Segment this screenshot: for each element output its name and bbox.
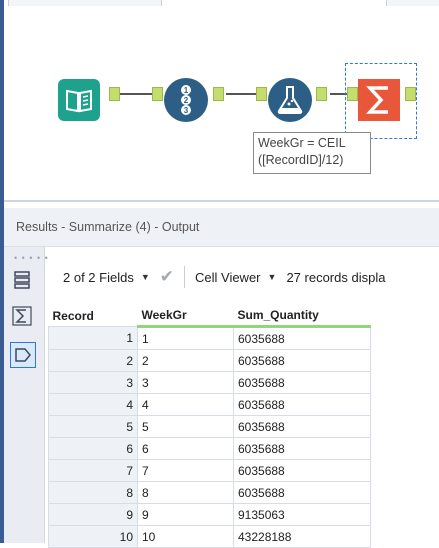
record-number-cell[interactable]: 3 <box>48 371 138 394</box>
output-anchor[interactable] <box>213 87 224 101</box>
table-row[interactable]: 5 5 6035688 <box>48 415 371 438</box>
record-count-label: 27 records displa <box>286 269 386 285</box>
sigma-icon <box>366 86 388 114</box>
record-number-cell[interactable]: 6 <box>48 437 138 460</box>
record-number-cell[interactable]: 1 <box>48 326 138 350</box>
output-anchor-button[interactable] <box>10 342 36 368</box>
output-anchor[interactable] <box>405 87 416 101</box>
column-header-record[interactable]: Record <box>48 305 138 327</box>
output-anchor[interactable] <box>109 87 120 101</box>
results-title: Results - Summarize (4) - Output <box>16 220 200 234</box>
results-header: Results - Summarize (4) - Output <box>4 208 439 247</box>
input-data-tool[interactable] <box>58 79 100 121</box>
results-table[interactable]: Record WeekGr Sum_Quantity 1 1 6035688 2 2 60… <box>48 305 371 548</box>
checkmark-icon[interactable]: ✔ <box>160 267 174 287</box>
weekgr-cell[interactable]: 1 <box>137 326 234 350</box>
sum-quantity-cell[interactable]: 6035688 <box>233 459 371 482</box>
toolbar-separator <box>184 266 185 288</box>
cell-viewer-dropdown[interactable]: Cell Viewer ▼ <box>195 270 276 285</box>
record-id-tool[interactable]: 1 2 3 <box>164 78 208 122</box>
summarize-tool[interactable] <box>358 79 400 121</box>
annotation-line-2: ([RecordID]/12) <box>258 153 344 167</box>
connection-line <box>226 93 258 95</box>
weekgr-cell[interactable]: 5 <box>137 415 234 438</box>
weekgr-cell[interactable]: 4 <box>137 393 234 416</box>
weekgr-cell[interactable]: 8 <box>137 481 234 504</box>
table-row[interactable]: 1 1 6035688 <box>48 326 371 350</box>
sum-quantity-cell[interactable]: 6035688 <box>233 437 371 460</box>
numbered-list-icon: 1 2 3 <box>181 85 191 115</box>
summarize-anchor-button[interactable] <box>10 304 34 328</box>
svg-text:2: 2 <box>184 96 189 105</box>
sum-quantity-cell[interactable]: 6035688 <box>233 415 371 438</box>
record-number-cell[interactable]: 10 <box>48 525 138 548</box>
record-number-cell[interactable]: 4 <box>48 393 138 416</box>
input-anchor[interactable] <box>152 87 163 101</box>
fields-dropdown[interactable]: 2 of 2 Fields ▼ <box>63 270 150 285</box>
sum-quantity-cell[interactable]: 6035688 <box>233 393 371 416</box>
table-row[interactable]: 10 10 43228188 <box>48 525 371 548</box>
dropdown-caret-icon: ▼ <box>140 272 150 282</box>
input-anchor[interactable] <box>256 87 267 101</box>
table-row[interactable]: 8 8 6035688 <box>48 481 371 504</box>
table-row[interactable]: 7 7 6035688 <box>48 459 371 482</box>
sum-quantity-cell[interactable]: 6035688 <box>233 326 371 350</box>
table-header-row: Record WeekGr Sum_Quantity <box>48 305 371 328</box>
table-row[interactable]: 9 9 9135063 <box>48 503 371 526</box>
record-number-cell[interactable]: 2 <box>48 349 138 372</box>
record-number-cell[interactable]: 8 <box>48 481 138 504</box>
weekgr-cell[interactable]: 6 <box>137 437 234 460</box>
column-header-weekgr[interactable]: WeekGr <box>137 305 234 328</box>
flask-icon <box>277 86 303 114</box>
record-number-cell[interactable]: 7 <box>48 459 138 482</box>
panel-divider[interactable] <box>4 200 439 202</box>
table-row[interactable]: 6 6 6035688 <box>48 437 371 460</box>
svg-text:3: 3 <box>184 106 189 115</box>
connection-line <box>120 93 154 95</box>
sum-quantity-cell[interactable]: 6035688 <box>233 371 371 394</box>
output-anchor[interactable] <box>316 87 327 101</box>
drag-grip[interactable]: • • • • • <box>14 253 49 263</box>
column-header-sum-quantity[interactable]: Sum_Quantity <box>233 305 371 328</box>
record-number-cell[interactable]: 5 <box>48 415 138 438</box>
svg-text:1: 1 <box>184 86 189 95</box>
table-row[interactable]: 3 3 6035688 <box>48 371 371 394</box>
sum-quantity-cell[interactable]: 6035688 <box>233 349 371 372</box>
stack-icon <box>14 271 30 289</box>
formula-annotation: WeekGr = CEIL ([RecordID]/12) <box>253 132 371 174</box>
weekgr-cell[interactable]: 7 <box>137 459 234 482</box>
table-row[interactable]: 4 4 6035688 <box>48 393 371 416</box>
annotation-line-1: WeekGr = CEIL <box>258 136 346 150</box>
input-anchor[interactable] <box>347 87 358 101</box>
sum-quantity-cell[interactable]: 6035688 <box>233 481 371 504</box>
cell-viewer-label: Cell Viewer <box>195 269 261 285</box>
sum-quantity-cell[interactable]: 43228188 <box>233 525 371 548</box>
metadata-view-button[interactable] <box>10 268 34 292</box>
results-toolbar: 2 of 2 Fields ▼ ✔ Cell Viewer ▼ 27 recor… <box>48 260 439 294</box>
book-icon <box>66 89 92 113</box>
weekgr-cell[interactable]: 10 <box>137 525 234 548</box>
workflow-canvas[interactable]: 1 2 3 WeekGr = CEIL ([RecordID]/12) <box>0 6 439 202</box>
weekgr-cell[interactable]: 3 <box>137 371 234 394</box>
sum-quantity-cell[interactable]: 9135063 <box>233 503 371 526</box>
sigma-icon <box>12 306 32 326</box>
record-number-cell[interactable]: 9 <box>48 503 138 526</box>
table-row[interactable]: 2 2 6035688 <box>48 349 371 372</box>
formula-tool[interactable] <box>268 78 312 122</box>
fields-label: 2 of 2 Fields <box>63 269 134 285</box>
dropdown-caret-icon: ▼ <box>267 272 277 282</box>
weekgr-cell[interactable]: 9 <box>137 503 234 526</box>
weekgr-cell[interactable]: 2 <box>137 349 234 372</box>
output-tag-icon <box>15 348 31 362</box>
